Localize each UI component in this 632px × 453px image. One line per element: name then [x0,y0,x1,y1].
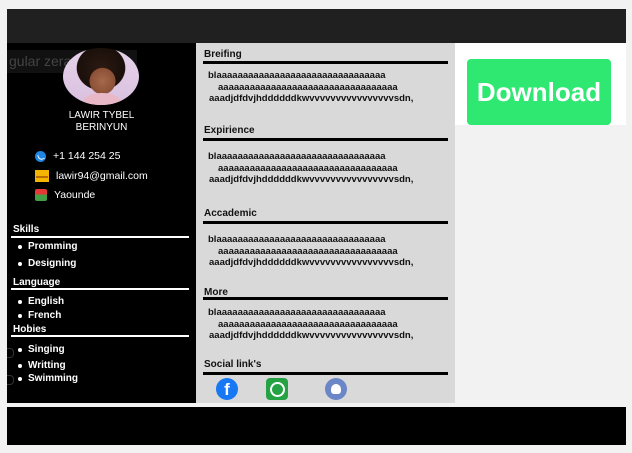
profile-name: LAWIR TYBEL BERINYUN [68,110,135,133]
phone-icon [35,150,46,162]
section-divider [203,138,448,141]
language-divider [11,288,189,290]
section-divider [203,372,448,375]
whatsapp-icon[interactable] [266,378,288,400]
facebook-icon[interactable]: f [216,378,238,400]
hobies-divider [11,335,189,337]
hobby-item: Swimming [18,373,78,384]
section-text: blaaaaaaaaaaaaaaaaaaaaaaaaaaaaaaaa aaaaa… [208,234,414,268]
section-text: blaaaaaaaaaaaaaaaaaaaaaaaaaaaaaaaa aaaaa… [208,151,414,185]
section-text: blaaaaaaaaaaaaaaaaaaaaaaaaaaaaaaaa aaaaa… [208,307,414,341]
main-content: Breifing blaaaaaaaaaaaaaaaaaaaaaaaaaaaaa… [196,43,455,403]
language-item: French [18,310,61,321]
section-text: blaaaaaaaaaaaaaaaaaaaaaaaaaaaaaaaa aaaaa… [208,70,414,104]
social-title: Social link's [204,359,262,370]
section-divider [203,297,448,300]
top-bar [7,9,626,43]
language-item: English [18,296,64,307]
contact-email: lawir94@gmail.com [35,170,148,182]
github-icon[interactable] [325,378,347,400]
map-pin-icon [35,189,47,201]
mail-icon [35,170,49,182]
contact-phone: +1 144 254 25 [35,150,120,162]
section-title-breifing: Breifing [204,49,242,60]
skill-item: Promming [18,241,77,252]
section-divider [203,61,448,64]
language-title: Language [13,277,61,288]
edge-handle [7,348,14,358]
skills-divider [11,236,189,238]
edge-handle [7,375,14,385]
skills-title: Skills [13,224,40,235]
avatar [63,48,139,105]
hobby-item: Singing [18,344,65,355]
download-button[interactable]: Download [467,59,611,125]
contact-location: Yaounde [35,189,95,201]
section-divider [203,221,448,224]
sidebar: gular zerap LAWIR TYBEL BERINYUN +1 144 … [7,43,196,403]
bottom-bar [7,407,626,445]
hobies-title: Hobies [13,324,47,335]
skill-item: Designing [18,258,76,269]
section-title-accademic: Accademic [204,208,257,219]
section-title-expirience: Expirience [204,125,255,136]
hobby-item: Writting [18,360,66,371]
